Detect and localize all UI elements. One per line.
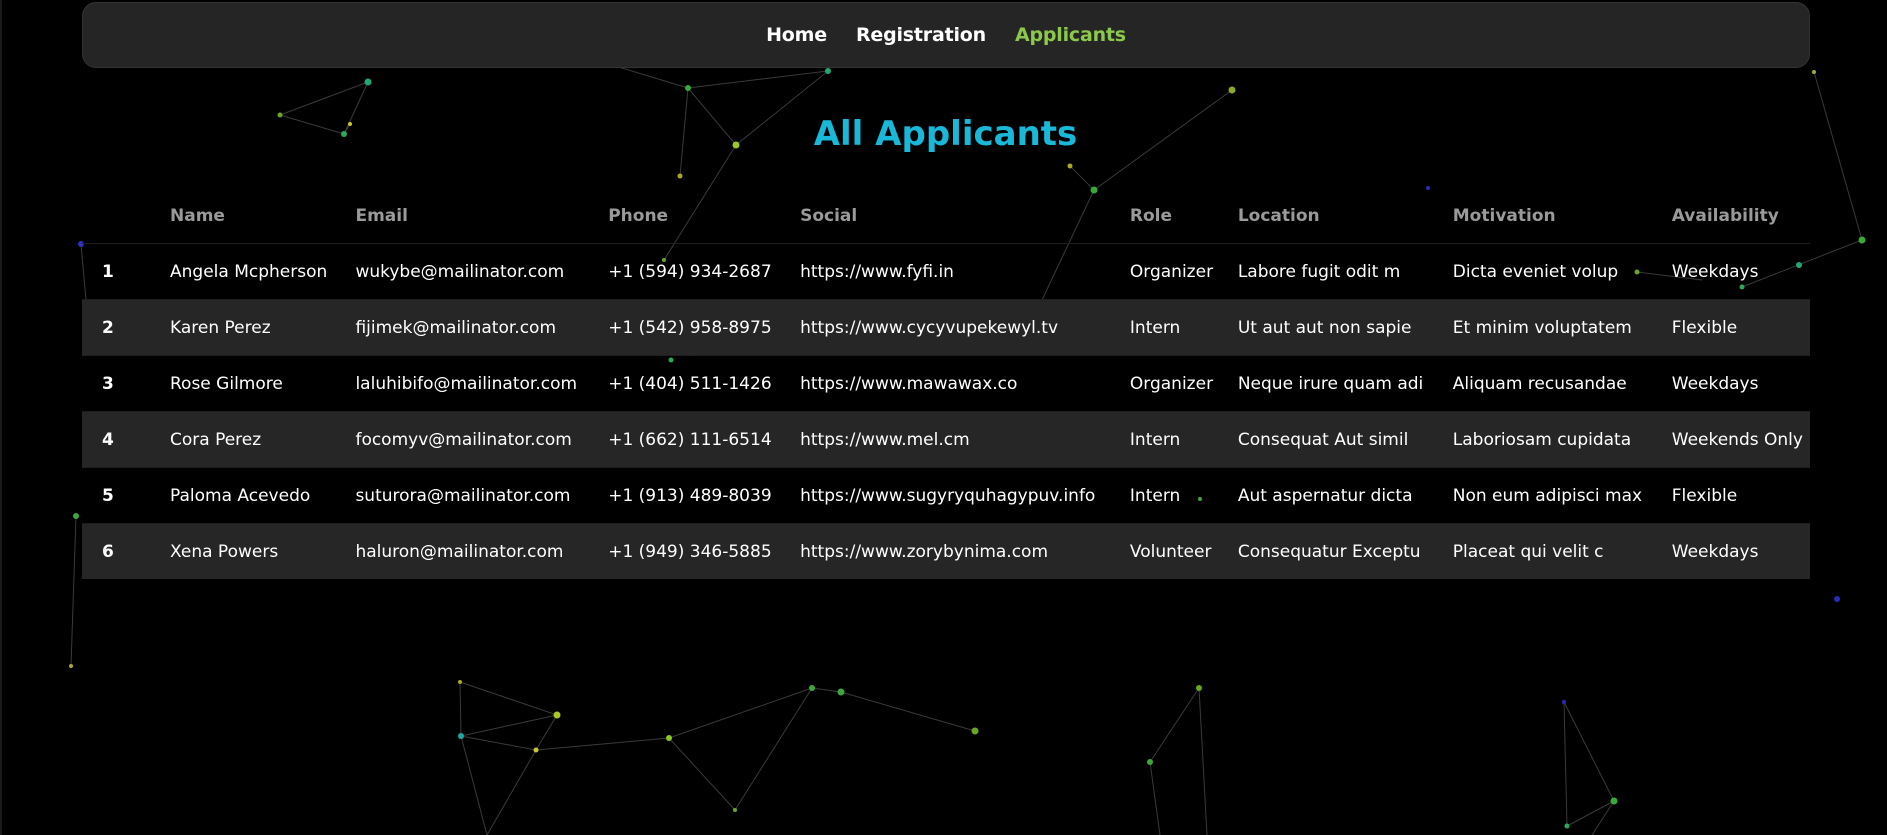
- cell-name: Cora Perez: [170, 429, 262, 450]
- cell-availability: Weekdays: [1671, 541, 1759, 562]
- cell-name: Karen Perez: [170, 317, 271, 338]
- cell-index: 6: [102, 541, 114, 562]
- table-row: 5 Paloma Acevedo suturora@mailinator.com…: [82, 467, 1810, 524]
- cell-availability: Weekdays: [1671, 373, 1759, 394]
- cell-role: Intern: [1129, 429, 1181, 450]
- top-navbar: Home Registration Applicants: [82, 2, 1810, 68]
- cell-email: wukybe@mailinator.com: [355, 261, 565, 282]
- cell-index: 3: [102, 373, 114, 394]
- cell-location: Labore fugit odit m: [1237, 261, 1401, 282]
- nav-link-home[interactable]: Home: [766, 24, 827, 46]
- column-header-availability: Availability: [1671, 205, 1779, 226]
- cell-social: https://www.cycyvupekewyl.tv: [800, 317, 1059, 338]
- page-title: All Applicants: [813, 114, 1078, 154]
- cell-location: Consequatur Exceptu: [1237, 541, 1421, 562]
- table-header-row: Name Email Phone Social Role Location Mo…: [82, 188, 1810, 244]
- table-row: 1 Angela Mcpherson wukybe@mailinator.com…: [82, 243, 1810, 300]
- cell-email: suturora@mailinator.com: [355, 485, 571, 506]
- cell-availability: Flexible: [1671, 317, 1738, 338]
- cell-name: Paloma Acevedo: [170, 485, 311, 506]
- cell-phone: +1 (542) 958-8975: [608, 317, 772, 338]
- cell-phone: +1 (404) 511-1426: [608, 373, 772, 394]
- cell-email: focomyv@mailinator.com: [355, 429, 572, 450]
- table-row: 2 Karen Perez fijimek@mailinator.com +1 …: [82, 299, 1810, 356]
- cell-name: Rose Gilmore: [170, 373, 283, 394]
- table-row: 6 Xena Powers haluron@mailinator.com +1 …: [82, 523, 1810, 579]
- cell-role: Organizer: [1129, 373, 1214, 394]
- column-header-name: Name: [170, 205, 225, 226]
- cell-social: https://www.sugyryquhagypuv.info: [800, 485, 1096, 506]
- column-header-email: Email: [355, 205, 408, 226]
- cell-availability: Weekdays: [1671, 261, 1759, 282]
- page: Home Registration Applicants All Applica…: [0, 0, 1887, 835]
- column-header-index: [82, 188, 150, 244]
- table-row: 4 Cora Perez focomyv@mailinator.com +1 (…: [82, 411, 1810, 468]
- table-row: 3 Rose Gilmore laluhibifo@mailinator.com…: [82, 355, 1810, 412]
- cell-phone: +1 (594) 934-2687: [608, 261, 772, 282]
- cell-name: Xena Powers: [170, 541, 279, 562]
- column-header-location: Location: [1237, 205, 1320, 226]
- cell-email: laluhibifo@mailinator.com: [355, 373, 578, 394]
- cell-motivation: Laboriosam cupidata: [1452, 429, 1632, 450]
- column-header-social: Social: [800, 205, 858, 226]
- cell-phone: +1 (949) 346-5885: [608, 541, 772, 562]
- cell-social: https://www.zorybynima.com: [800, 541, 1049, 562]
- column-header-role: Role: [1129, 205, 1173, 226]
- cell-role: Intern: [1129, 317, 1181, 338]
- cell-location: Neque irure quam adi: [1237, 373, 1424, 394]
- cell-index: 5: [102, 485, 114, 506]
- cell-motivation: Et minim voluptatem: [1452, 317, 1632, 338]
- cell-role: Organizer: [1129, 261, 1214, 282]
- cell-motivation: Dicta eveniet volup: [1452, 261, 1619, 282]
- cell-index: 4: [102, 429, 114, 450]
- applicants-table: Name Email Phone Social Role Location Mo…: [82, 188, 1810, 579]
- cell-phone: +1 (662) 111-6514: [608, 429, 772, 450]
- cell-phone: +1 (913) 489-8039: [608, 485, 772, 506]
- cell-email: haluron@mailinator.com: [355, 541, 564, 562]
- cell-role: Volunteer: [1129, 541, 1212, 562]
- cell-motivation: Non eum adipisci max: [1452, 485, 1643, 506]
- cell-motivation: Aliquam recusandae: [1452, 373, 1627, 394]
- cell-social: https://www.fyfi.in: [800, 261, 954, 282]
- cell-name: Angela Mcpherson: [170, 261, 328, 282]
- cell-index: 2: [102, 317, 114, 338]
- cell-location: Aut aspernatur dicta: [1237, 485, 1413, 506]
- cell-availability: Flexible: [1671, 485, 1738, 506]
- column-header-motivation: Motivation: [1452, 205, 1556, 226]
- cell-availability: Weekends Only: [1671, 429, 1803, 450]
- cell-index: 1: [102, 261, 114, 282]
- nav-link-applicants[interactable]: Applicants: [1015, 24, 1126, 46]
- cell-social: https://www.mawawax.co: [800, 373, 1018, 394]
- nav-link-registration[interactable]: Registration: [856, 24, 986, 46]
- cell-location: Ut aut aut non sapie: [1237, 317, 1412, 338]
- cell-location: Consequat Aut simil: [1237, 429, 1409, 450]
- column-header-phone: Phone: [608, 205, 669, 226]
- cell-motivation: Placeat qui velit c: [1452, 541, 1604, 562]
- cell-role: Intern: [1129, 485, 1181, 506]
- cell-email: fijimek@mailinator.com: [355, 317, 557, 338]
- cell-social: https://www.mel.cm: [800, 429, 970, 450]
